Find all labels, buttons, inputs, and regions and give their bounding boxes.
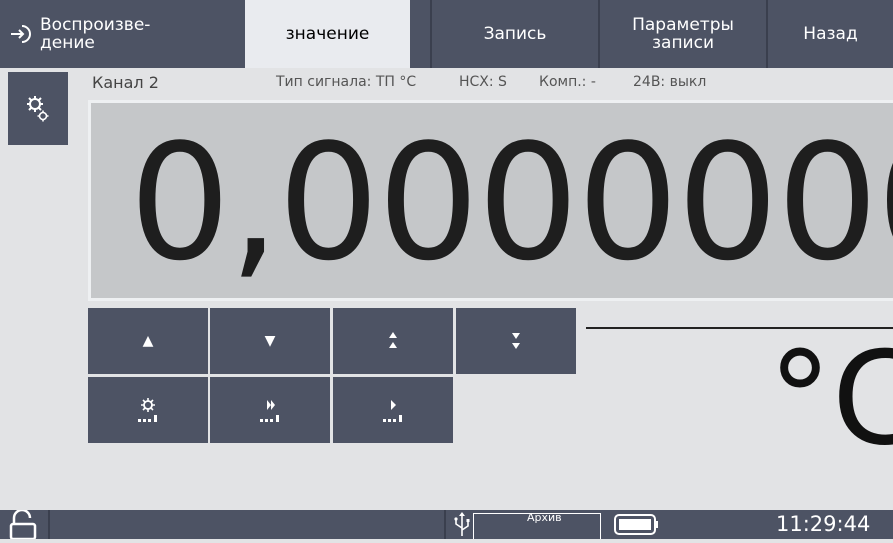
increase-button[interactable]: ▲ bbox=[88, 308, 208, 374]
tab-record-settings[interactable]: Параметры записи bbox=[598, 0, 766, 68]
status-divider bbox=[444, 510, 446, 539]
step-forward-fast-button[interactable] bbox=[210, 377, 330, 443]
battery-status bbox=[612, 510, 662, 539]
step-settings-icon bbox=[138, 398, 157, 422]
fast-forward-step-icon bbox=[260, 400, 279, 422]
clock: 11:29:44 bbox=[776, 512, 871, 536]
down-arrow-icon: ▼ bbox=[264, 333, 276, 349]
compensation: Комп.: - bbox=[539, 74, 596, 90]
status-bar: Архив 11:29:44 bbox=[0, 508, 893, 541]
settings-button[interactable] bbox=[8, 72, 68, 145]
tab-record[interactable]: Запись bbox=[430, 0, 598, 68]
top-navigation-bar: Воспроизве- дение значение Запись Параме… bbox=[0, 0, 893, 68]
channel-name: Канал 2 bbox=[92, 73, 159, 92]
step-settings-button[interactable] bbox=[88, 377, 208, 443]
status-divider bbox=[48, 510, 50, 539]
battery-icon bbox=[614, 514, 658, 535]
tab-playback[interactable]: Воспроизве- дение bbox=[0, 0, 245, 68]
tab-back-label: Назад bbox=[803, 24, 858, 44]
archive-label: Архив bbox=[527, 511, 562, 524]
step-forward-button[interactable] bbox=[333, 377, 453, 443]
exit-icon bbox=[11, 25, 31, 43]
up-arrow-icon: ▲ bbox=[142, 333, 154, 349]
tab-value[interactable]: значение bbox=[245, 0, 410, 68]
gears-icon bbox=[27, 95, 49, 121]
tab-record-label: Запись bbox=[483, 24, 547, 44]
power-24v: 24В: выкл bbox=[633, 74, 707, 90]
double-down-arrow-icon bbox=[512, 333, 520, 349]
double-up-arrow-icon bbox=[389, 332, 397, 348]
unit-label: °C bbox=[768, 325, 893, 474]
value-display: 0,0000000 bbox=[88, 100, 893, 301]
signal-type: Тип сигнала: ТП °C bbox=[276, 74, 417, 90]
tab-back[interactable]: Назад bbox=[766, 0, 893, 68]
unlocked-padlock-icon bbox=[9, 508, 37, 541]
decrease-button[interactable]: ▼ bbox=[210, 308, 330, 374]
usb-icon bbox=[454, 512, 470, 536]
tab-playback-label: Воспроизве- дение bbox=[40, 15, 151, 53]
nsh-type: НСХ: S bbox=[459, 74, 507, 90]
tab-record-settings-label: Параметры записи bbox=[632, 15, 734, 53]
tab-value-label: значение bbox=[285, 24, 370, 44]
usb-status bbox=[452, 510, 472, 539]
channel-info-bar: Канал 2 Тип сигнала: ТП °C НСХ: S Комп.:… bbox=[88, 68, 893, 100]
fast-decrease-button[interactable] bbox=[456, 308, 576, 374]
fast-increase-button[interactable] bbox=[333, 308, 453, 374]
measured-value: 0,0000000 bbox=[129, 109, 893, 296]
lock-button[interactable] bbox=[8, 508, 48, 541]
forward-step-icon bbox=[383, 400, 402, 422]
